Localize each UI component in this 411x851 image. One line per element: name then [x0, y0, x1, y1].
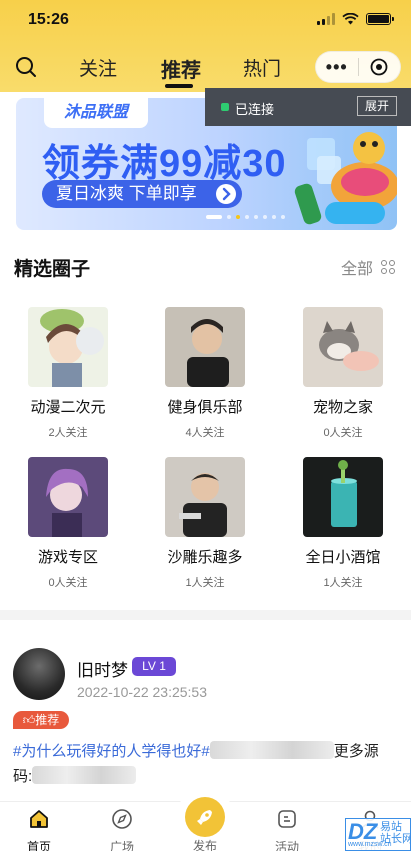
connected-dot-icon — [221, 103, 229, 111]
post-text-line2: 码: — [13, 768, 33, 785]
site-watermark-logo: DZ 易站 站长网 www.mzsw.cn — [345, 818, 411, 851]
banner-indicator-dot — [245, 215, 249, 219]
game-thumb-icon — [28, 457, 108, 537]
tab-follow[interactable]: 关注 — [79, 54, 117, 81]
circle-card-bar[interactable]: 全日小酒馆 1人关注 — [283, 457, 403, 590]
tab-hot[interactable]: 热门 — [243, 54, 281, 81]
battery-icon — [366, 13, 394, 25]
circle-followers: 1人关注 — [323, 577, 363, 589]
circle-followers: 1人关注 — [185, 577, 225, 589]
level-badge: LV 1 — [132, 657, 176, 676]
banner-indicator-dot — [227, 215, 231, 219]
nav-row: 关注 推荐 热门 ••• — [0, 48, 411, 88]
post-text-after: 更多源 — [333, 743, 379, 760]
publish-label: 发布 — [192, 839, 217, 851]
banner-cta-label: 夏日冰爽 下单即享 — [56, 184, 197, 203]
banner-title: 领券满99减30 — [42, 143, 287, 185]
grid-icon — [381, 260, 395, 274]
recommend-badge: 👍︎推荐 — [13, 711, 69, 729]
thumb-up-icon: 👍︎ — [22, 713, 36, 727]
banner-indicator-dot — [272, 215, 276, 219]
section-divider — [0, 610, 411, 620]
circle-name: 沙雕乐趣多 — [167, 549, 243, 566]
tab-activity[interactable]: 活动 — [257, 808, 317, 851]
circle-card-fitness[interactable]: 健身俱乐部 4人关注 — [145, 307, 265, 440]
recommend-badge-label: 推荐 — [35, 713, 60, 727]
rocket-icon — [197, 810, 212, 825]
bar-thumb-icon — [303, 457, 383, 537]
circle-followers: 2人关注 — [48, 427, 88, 439]
post-time: 2022-10-22 23:25:53 — [77, 684, 207, 700]
banner-page-indicator — [206, 215, 285, 219]
avatar[interactable] — [13, 648, 65, 700]
circles-title: 精选圈子 — [14, 259, 91, 280]
top-header: 15:26 关注 推荐 热门 ••• — [0, 0, 411, 92]
circle-card-anime[interactable]: 动漫二次元 2人关注 — [8, 307, 128, 440]
circles-all-link[interactable]: 全部 — [341, 255, 395, 279]
tab-home[interactable]: 首页 — [9, 808, 69, 851]
banner-indicator-dot — [263, 215, 267, 219]
banner-logo: 沐品联盟 — [44, 98, 148, 128]
post-username[interactable]: 旧时梦 — [77, 656, 128, 681]
activity-icon — [278, 810, 296, 828]
banner-indicator-dot — [281, 215, 285, 219]
tab-square[interactable]: 广场 — [92, 808, 152, 851]
circle-name: 全日小酒馆 — [305, 549, 381, 566]
tab-recommend[interactable]: 推荐 — [161, 54, 201, 83]
signal-icon — [317, 13, 335, 25]
banner-indicator-dot — [206, 215, 222, 219]
status-time: 15:26 — [28, 11, 69, 28]
expand-button[interactable]: 展开 — [357, 96, 397, 116]
banner-indicator-dot — [254, 215, 258, 219]
circle-card-funny[interactable]: 沙雕乐趣多 1人关注 — [145, 457, 265, 590]
more-button[interactable]: ••• — [316, 51, 358, 83]
funny-thumb-icon — [165, 457, 245, 537]
fitness-thumb-icon — [165, 307, 245, 387]
banner-cta[interactable]: 夏日冰爽 下单即享 — [42, 180, 242, 208]
circle-followers: 0人关注 — [48, 577, 88, 589]
active-tab-indicator — [165, 84, 193, 88]
miniprogram-capsule: ••• — [315, 51, 401, 83]
circle-card-pets[interactable]: 宠物之家 0人关注 — [283, 307, 403, 440]
search-icon[interactable] — [14, 55, 38, 79]
circle-followers: 4人关注 — [185, 427, 225, 439]
pet-thumb-icon — [303, 307, 383, 387]
circle-card-games[interactable]: 游戏专区 0人关注 — [8, 457, 128, 590]
home-icon — [30, 810, 48, 828]
status-bar: 15:26 — [0, 0, 411, 40]
banner-indicator-dot — [236, 215, 240, 219]
circle-name: 动漫二次元 — [30, 399, 106, 416]
post-content[interactable]: #为什么玩得好的人学得也好# 更多源 码: — [13, 739, 398, 789]
target-icon — [370, 58, 388, 76]
circle-name: 游戏专区 — [37, 549, 98, 566]
watermark-url: www.mzsw.cn — [348, 841, 392, 848]
blurred-text — [209, 741, 334, 759]
status-icons — [317, 13, 394, 25]
arrow-right-icon — [216, 184, 236, 204]
circle-name: 健身俱乐部 — [167, 399, 243, 416]
circle-followers: 0人关注 — [323, 427, 363, 439]
compass-icon — [112, 809, 132, 829]
tab-label: 首页 — [26, 840, 51, 851]
tab-label: 活动 — [274, 840, 299, 851]
post-topic-tag[interactable]: #为什么玩得好的人学得也好# — [13, 743, 210, 760]
all-label: 全部 — [340, 261, 373, 278]
wifi-icon — [342, 13, 359, 25]
connection-status: 已连接 — [235, 102, 275, 117]
anime-thumb-icon — [28, 307, 108, 387]
tab-label: 广场 — [109, 840, 134, 851]
close-miniprogram-button[interactable] — [358, 58, 400, 76]
blurred-text — [32, 766, 137, 784]
circle-name: 宠物之家 — [312, 399, 373, 416]
connection-bar: 已连接 展开 — [205, 88, 411, 126]
